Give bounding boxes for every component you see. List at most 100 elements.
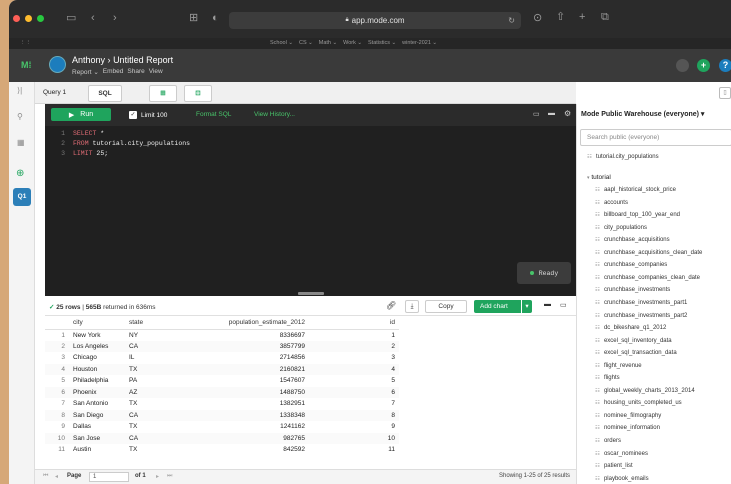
- bookmark-statistics[interactable]: Statistics ⌄: [368, 40, 396, 46]
- schema-search-input[interactable]: Search public (everyone): [580, 129, 731, 146]
- schema-table-item[interactable]: ☷ dc_bikeshare_q1_2012: [595, 325, 666, 331]
- share-icon[interactable]: ⇧: [556, 12, 565, 23]
- share-button[interactable]: Share: [127, 68, 144, 76]
- column-header[interactable]: state: [125, 317, 177, 330]
- table-cell[interactable]: 6: [309, 386, 399, 398]
- tab-sql[interactable]: SQL: [88, 85, 122, 102]
- table-cell[interactable]: 1488750: [177, 386, 309, 398]
- table-cell[interactable]: Philadelphia: [69, 375, 125, 387]
- schema-table-item[interactable]: ☷ excel_sql_transaction_data: [595, 350, 677, 356]
- schema-table-item[interactable]: ☷ crunchbase_investments_part1: [595, 300, 687, 306]
- table-cell[interactable]: 8336697: [177, 329, 309, 341]
- minimize-window-button[interactable]: [25, 15, 32, 22]
- download-results-button[interactable]: ⤓: [405, 300, 419, 313]
- page-input[interactable]: 1: [89, 472, 129, 482]
- table-cell[interactable]: CA: [125, 432, 177, 444]
- table-cell[interactable]: TX: [125, 398, 177, 410]
- last-page-icon[interactable]: ⏭: [167, 473, 172, 480]
- privacy-icon[interactable]: ◐: [212, 13, 219, 24]
- schema-table-item[interactable]: ☷ crunchbase_companies: [595, 262, 667, 268]
- schema-table-item[interactable]: ☷ nominee_information: [595, 425, 660, 431]
- settings-icon[interactable]: ⚙︎: [564, 109, 571, 118]
- schema-table-item[interactable]: ☷ crunchbase_investments: [595, 287, 670, 293]
- pinned-table[interactable]: ☷ tutorial.city_populations: [587, 154, 659, 160]
- schema-table-item[interactable]: ☷ housing_units_completed_us: [595, 400, 682, 406]
- panel-toggle-icon[interactable]: ▯: [719, 87, 731, 99]
- table-cell[interactable]: 982765: [177, 432, 309, 444]
- schema-table-item[interactable]: ☷ patient_list: [595, 463, 633, 469]
- view-history-link[interactable]: View History...: [254, 111, 295, 118]
- bookmark-winter-2021[interactable]: winter-2021 ⌄: [402, 40, 437, 46]
- table-cell[interactable]: 4: [309, 363, 399, 375]
- code-line[interactable]: LIMIT 25;: [73, 150, 108, 157]
- add-chart-button[interactable]: Add chart ▾: [474, 300, 532, 313]
- close-window-button[interactable]: [13, 15, 20, 22]
- table-cell[interactable]: 2: [309, 340, 399, 352]
- table-cell[interactable]: 11: [309, 444, 399, 456]
- schema-table-item[interactable]: ☷ flight_revenue: [595, 363, 642, 369]
- schema-table-item[interactable]: ☷ excel_sql_inventory_data: [595, 338, 672, 344]
- table-cell[interactable]: 1547607: [177, 375, 309, 387]
- avatar[interactable]: [49, 56, 66, 73]
- user-name[interactable]: Anthony: [72, 55, 105, 65]
- limit-toggle[interactable]: ✓ Limit 100: [129, 111, 167, 119]
- table-cell[interactable]: CA: [125, 340, 177, 352]
- column-header[interactable]: city: [69, 317, 125, 330]
- expand-panel-icon[interactable]: ▭: [560, 301, 567, 309]
- table-cell[interactable]: 7: [309, 398, 399, 410]
- table-cell[interactable]: 1338348: [177, 409, 309, 421]
- format-sql-button[interactable]: Format SQL: [196, 111, 231, 118]
- report-menu-button[interactable]: Report ⌄: [72, 68, 99, 76]
- help-icon[interactable]: ?: [719, 59, 731, 72]
- code-line[interactable]: FROM tutorial.city_populations: [73, 140, 190, 147]
- plus-icon[interactable]: +: [697, 59, 710, 72]
- download-icon[interactable]: ⊙: [533, 13, 542, 24]
- table-cell[interactable]: San Diego: [69, 409, 125, 421]
- schema-table-item[interactable]: ☷ flights: [595, 375, 620, 381]
- table-cell[interactable]: San Jose: [69, 432, 125, 444]
- warehouse-selector[interactable]: Mode Public Warehouse (everyone) ▾: [581, 110, 704, 118]
- calendar-icon[interactable]: ▦: [17, 138, 25, 147]
- status-circle[interactable]: [676, 59, 689, 72]
- table-cell[interactable]: AZ: [125, 386, 177, 398]
- table-cell[interactable]: TX: [125, 444, 177, 456]
- bookmark-cs[interactable]: CS ⌄: [299, 40, 313, 46]
- table-cell[interactable]: Los Angeles: [69, 340, 125, 352]
- schema-table-item[interactable]: ☷ global_weekly_charts_2013_2014: [595, 388, 695, 394]
- table-cell[interactable]: PA: [125, 375, 177, 387]
- table-cell[interactable]: 3857799: [177, 340, 309, 352]
- expand-icon[interactable]: ⟩|: [17, 86, 22, 95]
- schema-table-item[interactable]: ☷ playbook_emails: [595, 476, 649, 482]
- code-line[interactable]: SELECT *: [73, 130, 104, 137]
- bookmark-work[interactable]: Work ⌄: [343, 40, 362, 46]
- table-cell[interactable]: NY: [125, 329, 177, 341]
- table-cell[interactable]: 1382951: [177, 398, 309, 410]
- table-cell[interactable]: CA: [125, 409, 177, 421]
- table-cell[interactable]: 10: [309, 432, 399, 444]
- minimize-icon[interactable]: ▬: [548, 110, 555, 117]
- table-cell[interactable]: 2160821: [177, 363, 309, 375]
- table-cell[interactable]: Austin: [69, 444, 125, 456]
- column-header[interactable]: population_estimate_2012: [177, 317, 309, 330]
- back-icon[interactable]: ‹: [91, 13, 95, 24]
- table-cell[interactable]: TX: [125, 421, 177, 433]
- table-cell[interactable]: TX: [125, 363, 177, 375]
- checkbox-icon[interactable]: ✓: [129, 111, 137, 119]
- table-cell[interactable]: 1241162: [177, 421, 309, 433]
- column-header[interactable]: id: [309, 317, 399, 330]
- tabs-overview-icon[interactable]: ⧉: [601, 12, 609, 23]
- reload-icon[interactable]: ↻: [508, 16, 515, 25]
- table-cell[interactable]: 5: [309, 375, 399, 387]
- table-cell[interactable]: 1: [309, 329, 399, 341]
- zoom-window-button[interactable]: [37, 15, 44, 22]
- grid-icon[interactable]: ⊞: [189, 13, 198, 24]
- table-cell[interactable]: 3: [309, 352, 399, 364]
- filter-icon[interactable]: ⚲: [17, 112, 23, 121]
- table-cell[interactable]: Houston: [69, 363, 125, 375]
- table-cell[interactable]: 8: [309, 409, 399, 421]
- bookmark-school[interactable]: School ⌄: [270, 40, 293, 46]
- table-cell[interactable]: 9: [309, 421, 399, 433]
- report-name[interactable]: Untitled Report: [113, 55, 173, 65]
- query-q1-tab[interactable]: Q1: [13, 188, 31, 206]
- schema-table-item[interactable]: ☷ crunchbase_acquisitions: [595, 237, 670, 243]
